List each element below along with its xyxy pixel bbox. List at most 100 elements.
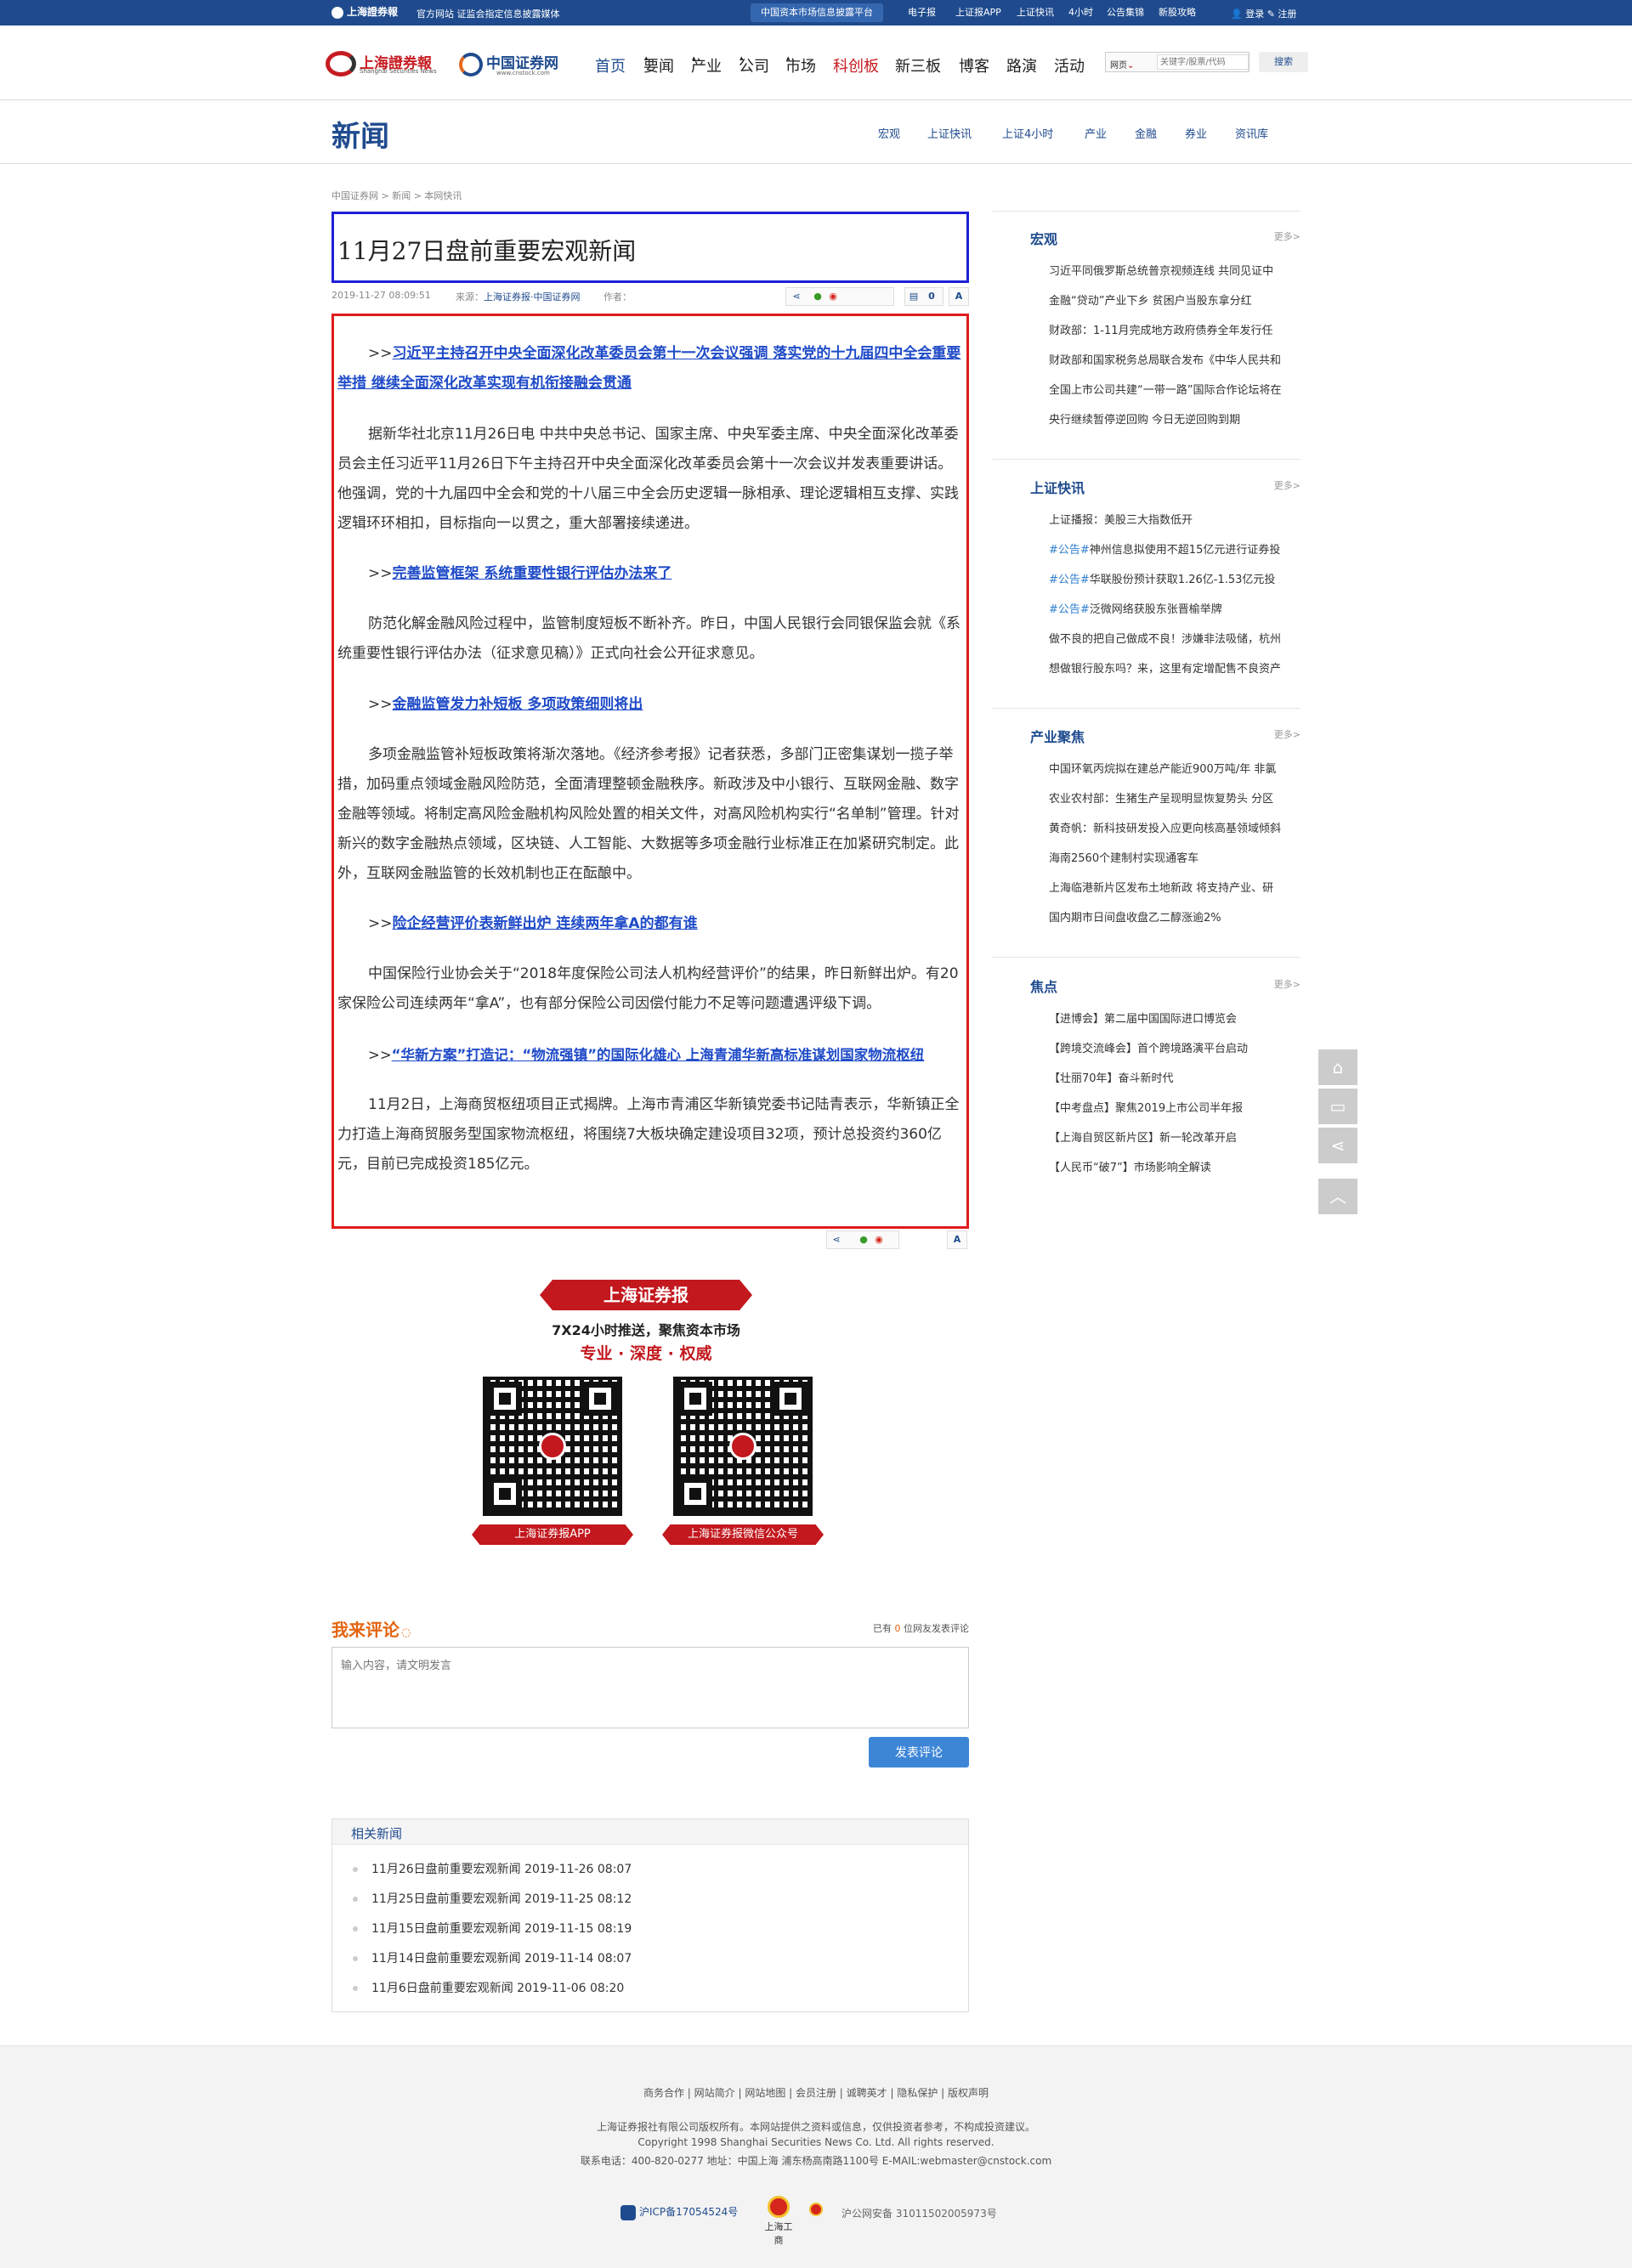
- weibo-icon[interactable]: ◉: [873, 1234, 885, 1246]
- sidebar-divider: [993, 459, 1300, 460]
- nav-home[interactable]: 首页: [595, 54, 626, 76]
- headline-link[interactable]: 险企经营评价表新鲜出炉 连续两年拿A的都有谁: [393, 915, 698, 932]
- topbar-link-notices[interactable]: 公告集锦: [1107, 3, 1144, 22]
- register-link[interactable]: 注册: [1278, 8, 1296, 20]
- search-scope-select[interactable]: 网页⌄: [1110, 58, 1134, 71]
- sidebar-news-item[interactable]: 习近平同俄罗斯总统普京视频连线 共同见证中: [1049, 262, 1300, 278]
- sidebar-news-item[interactable]: 中国环氧丙烷拟在建总产能近900万吨/年 非氯: [1049, 760, 1300, 776]
- sidebar-news-item[interactable]: 国内期市日间盘收盘乙二醇涨逾2%: [1049, 908, 1300, 925]
- nav-events[interactable]: 活动: [1054, 54, 1085, 76]
- source-link[interactable]: 上海证券报·中国证券网: [484, 291, 581, 303]
- back-to-top-icon[interactable]: ︿: [1318, 1179, 1357, 1214]
- search-input[interactable]: [1157, 54, 1249, 70]
- sidebar-news-item[interactable]: 做不良的把自己做成不良！涉嫌非法吸储，杭州: [1049, 630, 1300, 646]
- headline-link[interactable]: 习近平主持召开中央全面深化改革委员会第十一次会议强调 落实党的十九届四中全会重要…: [337, 345, 960, 392]
- related-news-item[interactable]: 11月14日盘前重要宏观新闻 2019-11-14 08:07: [352, 1949, 632, 1966]
- headline-link[interactable]: 金融监管发力补短板 多项政策细则将出: [393, 696, 643, 713]
- topbar-logo[interactable]: 上海證券報: [332, 4, 398, 19]
- subnav-4h[interactable]: 上证4小时: [1002, 125, 1053, 141]
- subnav-macro[interactable]: 宏观: [878, 125, 900, 141]
- sidebar-flash-title[interactable]: 上证快讯: [1030, 477, 1085, 497]
- more-link[interactable]: 更多>: [1274, 727, 1300, 741]
- more-link[interactable]: 更多>: [1274, 977, 1300, 991]
- link-prefix: >>: [368, 915, 393, 932]
- nav-star-market[interactable]: 科创板: [833, 54, 879, 76]
- sidebar-news-item[interactable]: 央行继续暂停逆回购 今日无逆回购到期: [1049, 410, 1300, 427]
- sidebar-macro-title[interactable]: 宏观: [1030, 228, 1057, 248]
- share-icon[interactable]: ⋖: [1318, 1128, 1357, 1163]
- comment-count-suffix: 位网友发表评论: [904, 1623, 969, 1634]
- sidebar-news-item[interactable]: 金融“贷动”产业下乡 贫困户当股东拿分红: [1049, 291, 1300, 308]
- comment-icon[interactable]: ▭: [1318, 1089, 1357, 1124]
- sidebar-news-item[interactable]: 【上海自贸区新片区】新一轮改革开启: [1049, 1128, 1300, 1145]
- business-license-text: 上海工商: [764, 2221, 793, 2246]
- topbar-link-4h[interactable]: 4小时: [1068, 3, 1093, 22]
- subnav-brokerage[interactable]: 券业: [1185, 125, 1207, 141]
- subnav-flash[interactable]: 上证快讯: [927, 125, 972, 141]
- business-license-badge[interactable]: 上海工商: [763, 2196, 794, 2246]
- sidebar-news-item[interactable]: 【进博会】第二届中国国际进口博览会: [1049, 1010, 1300, 1026]
- sidebar-news-item[interactable]: 上海临港新片区发布土地新政 将支持产业、研: [1049, 879, 1300, 895]
- sidebar-news-item[interactable]: 财政部和国家税务总局联合发布《中华人民共和: [1049, 351, 1300, 367]
- topbar-link-ipo[interactable]: 新股攻略: [1159, 3, 1196, 22]
- article-paragraph: 11月2日，上海商贸枢纽项目正式揭牌。上海市青浦区华新镇党委书记陆青表示，华新镇…: [337, 1096, 960, 1173]
- logo-seal-icon: [332, 6, 343, 19]
- more-link[interactable]: 更多>: [1274, 229, 1300, 243]
- nav-blog[interactable]: 博客: [959, 54, 989, 76]
- ssn-logo[interactable]: 上海證券報 Shanghai Securities News: [326, 49, 453, 80]
- sidebar-news-item[interactable]: 农业农村部：生猪生产呈现明显恢复势头 分区: [1049, 789, 1300, 806]
- font-size-button[interactable]: A: [949, 287, 969, 306]
- related-news-item[interactable]: 11月25日盘前重要宏观新闻 2019-11-25 08:12: [352, 1890, 632, 1907]
- sidebar-news-item[interactable]: 【跨境交流峰会】首个跨境路演平台启动: [1049, 1039, 1300, 1055]
- nav-roadshow[interactable]: 路演: [1006, 54, 1037, 76]
- sidebar-news-item[interactable]: 【人民币“破7”】市场影响全解读: [1049, 1158, 1300, 1174]
- sidebar-industry-title[interactable]: 产业聚焦: [1030, 726, 1085, 746]
- login-link[interactable]: 登录: [1245, 8, 1264, 20]
- breadcrumb[interactable]: 中国证券网 > 新闻 > 本网快讯: [332, 189, 462, 202]
- subnav-industry[interactable]: 产业: [1085, 125, 1107, 141]
- sidebar-news-item[interactable]: 黄奇帆：新科技研发投入应更向核高基领域倾斜: [1049, 819, 1300, 835]
- sidebar-news-item[interactable]: #公告#神州信息拟使用不超15亿元进行证券投: [1049, 540, 1300, 557]
- disclosure-platform-link[interactable]: 中国资本市场信息披露平台: [751, 3, 883, 22]
- sidebar-news-item[interactable]: 全国上市公司共建“一带一路”国际合作论坛将在: [1049, 381, 1300, 397]
- home-icon[interactable]: ⌂: [1318, 1049, 1357, 1085]
- related-news-item[interactable]: 11月6日盘前重要宏观新闻 2019-11-06 08:20: [352, 1979, 624, 1996]
- qr-finder: [678, 1477, 712, 1511]
- emblem-icon: [768, 2196, 790, 2218]
- comment-input[interactable]: [332, 1647, 969, 1728]
- topbar-link-app[interactable]: 上证报APP: [955, 3, 1001, 22]
- subnav-finance[interactable]: 金融: [1135, 125, 1157, 141]
- share-icon[interactable]: ⋖: [790, 291, 802, 303]
- icp-icon: [620, 2204, 636, 2220]
- sidebar-news-item[interactable]: #公告#华联股份预计获取1.26亿-1.53亿元投: [1049, 570, 1300, 586]
- sidebar-news-item[interactable]: #公告#泛微网络获股东张晋榆举牌: [1049, 600, 1300, 616]
- headline-link[interactable]: 完善监管框架 系统重要性银行评估办法来了: [393, 565, 672, 582]
- headline-link[interactable]: “华新方案”打造记：“物流强镇”的国际化雄心 上海青浦华新高标准谋划国家物流枢纽: [392, 1047, 925, 1063]
- sidebar-news-item[interactable]: 【壮丽70年】奋斗新时代: [1049, 1069, 1300, 1085]
- sidebar-news-item[interactable]: 上证播报：美股三大指数低开: [1049, 511, 1300, 527]
- more-link[interactable]: 更多>: [1274, 478, 1300, 492]
- cnstock-logo[interactable]: 中国证券网 www.cnstock.com: [459, 49, 578, 80]
- search-button[interactable]: 搜索: [1259, 52, 1308, 72]
- nav-neeq[interactable]: 新三板: [895, 54, 941, 76]
- submit-comment-button[interactable]: 发表评论: [869, 1737, 969, 1767]
- sidebar-news-item[interactable]: 想做银行股东吗？来，这里有定增配售不良资产: [1049, 659, 1300, 676]
- topbar-link-flash[interactable]: 上证快讯: [1017, 3, 1054, 22]
- sidebar-news-item[interactable]: 财政部：1-11月完成地方政府债券全年发行任: [1049, 321, 1300, 337]
- subnav-database[interactable]: 资讯库: [1235, 125, 1268, 141]
- footer-links[interactable]: 商务合作 | 网站简介 | 网站地图 | 会员注册 | 诚聘英才 | 隐私保护 …: [0, 2085, 1632, 2100]
- share-icon[interactable]: ⋖: [830, 1234, 842, 1246]
- psb-record[interactable]: 沪公网安备 31011502005973号: [842, 2206, 997, 2220]
- related-news-item[interactable]: 11月26日盘前重要宏观新闻 2019-11-26 08:07: [352, 1860, 632, 1877]
- font-size-button-bottom[interactable]: A: [947, 1230, 967, 1249]
- wechat-icon[interactable]: ●: [812, 291, 824, 303]
- weibo-icon[interactable]: ◉: [827, 291, 839, 303]
- sidebar-focus-title[interactable]: 焦点: [1030, 976, 1057, 996]
- related-news-item[interactable]: 11月15日盘前重要宏观新闻 2019-11-15 08:19: [352, 1920, 632, 1937]
- wechat-icon[interactable]: ●: [858, 1234, 870, 1246]
- comment-counter[interactable]: ▤ 0: [904, 287, 944, 306]
- sidebar-news-item[interactable]: 【中考盘点】聚焦2019上市公司半年报: [1049, 1099, 1300, 1115]
- sidebar-news-item[interactable]: 海南2560个建制村实现通客车: [1049, 849, 1300, 865]
- icp-license[interactable]: 沪ICP备17054524号: [620, 2204, 738, 2220]
- topbar-link-epaper[interactable]: 电子报: [908, 3, 936, 22]
